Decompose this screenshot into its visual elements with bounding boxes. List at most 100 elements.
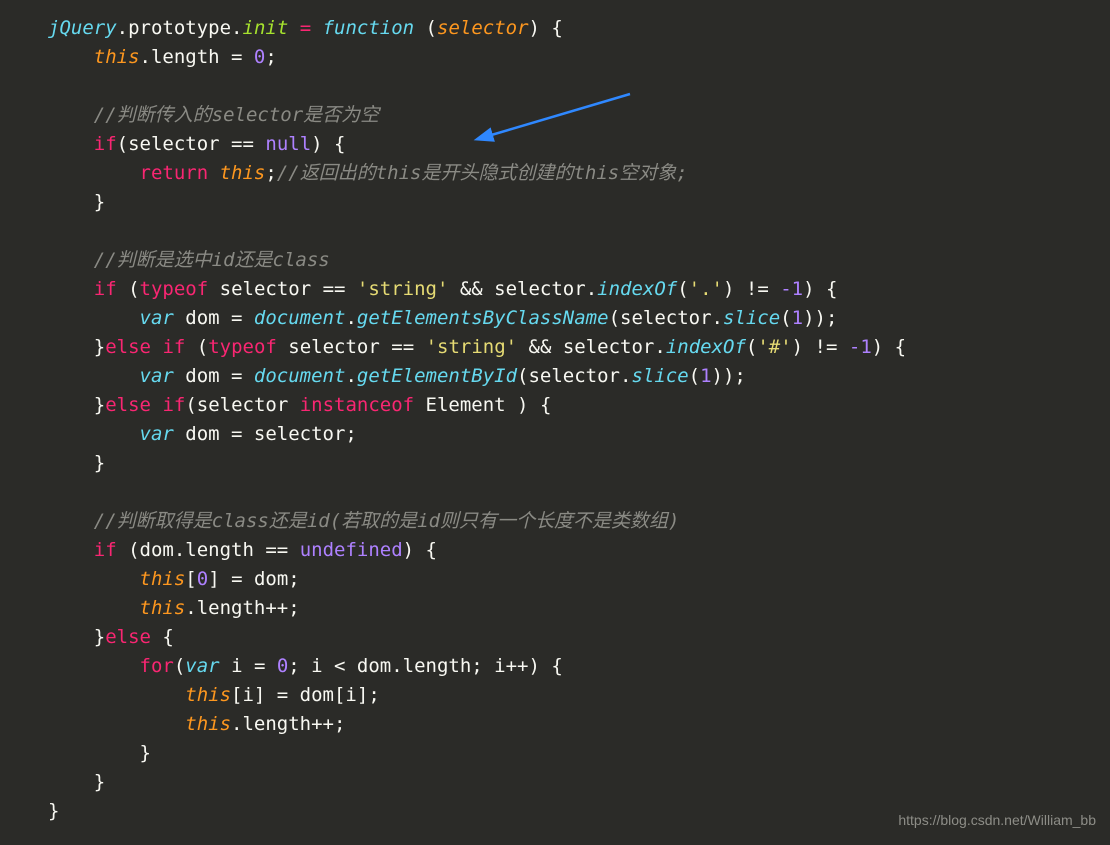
- token: null: [265, 133, 311, 155]
- token: [208, 162, 219, 184]
- token: selector ==: [208, 278, 357, 300]
- token: .length++;: [185, 597, 299, 619]
- token: {: [151, 626, 174, 648]
- token: ) {: [872, 336, 906, 358]
- token: =: [288, 17, 322, 39]
- token: (: [689, 365, 700, 387]
- token: (: [780, 307, 791, 329]
- token: var: [140, 365, 174, 387]
- token: }: [48, 800, 59, 822]
- token: -1: [849, 336, 872, 358]
- token: slice: [723, 307, 780, 329]
- token: typeof: [140, 278, 209, 300]
- token: ) !=: [792, 336, 849, 358]
- token: indexOf: [597, 278, 677, 300]
- token: undefined: [300, 539, 403, 561]
- token: i =: [220, 655, 277, 677]
- token: dom =: [174, 307, 254, 329]
- token: getElementsByClassName: [357, 307, 609, 329]
- token: selector ==: [277, 336, 426, 358]
- token: if: [94, 539, 117, 561]
- token: .: [231, 17, 242, 39]
- token: getElementById: [357, 365, 517, 387]
- token: (selector.: [517, 365, 631, 387]
- token: if: [162, 336, 185, 358]
- token: if: [94, 133, 117, 155]
- token: var: [140, 423, 174, 445]
- token: ; i < dom.length; i++) {: [288, 655, 563, 677]
- comment: //判断取得是class还是id(若取的是id则只有一个长度不是类数组): [94, 510, 680, 532]
- token: typeof: [208, 336, 277, 358]
- token: if: [162, 394, 185, 416]
- token: 1: [792, 307, 803, 329]
- token: prototype: [128, 17, 231, 39]
- token: else: [105, 336, 151, 358]
- token: }: [94, 626, 105, 648]
- comment: //返回出的this是开头隐式创建的this空对象;: [277, 162, 688, 184]
- token: (: [414, 17, 437, 39]
- token: [151, 394, 162, 416]
- token: ));: [803, 307, 837, 329]
- token: (: [746, 336, 757, 358]
- token: && selector.: [448, 278, 597, 300]
- token: .: [345, 307, 356, 329]
- token: }: [140, 742, 151, 764]
- token: instanceof: [300, 394, 414, 416]
- comment: //判断传入的selector是否为空: [94, 104, 379, 126]
- token: ) {: [311, 133, 345, 155]
- token: ) {: [403, 539, 437, 561]
- token: }: [94, 336, 105, 358]
- token: ) {: [803, 278, 837, 300]
- token: -1: [780, 278, 803, 300]
- token: ] = dom;: [208, 568, 300, 590]
- token: for: [140, 655, 174, 677]
- token: (: [185, 336, 208, 358]
- token: 0: [197, 568, 208, 590]
- token: 'string': [357, 278, 449, 300]
- token: else: [105, 394, 151, 416]
- token: slice: [631, 365, 688, 387]
- token: this: [140, 568, 186, 590]
- token: this: [140, 597, 186, 619]
- token: return: [140, 162, 209, 184]
- token: dom =: [174, 365, 254, 387]
- token: (dom.length ==: [117, 539, 300, 561]
- token: [151, 336, 162, 358]
- token: (selector: [185, 394, 299, 416]
- watermark: https://blog.csdn.net/William_bb: [898, 806, 1096, 835]
- token: .: [345, 365, 356, 387]
- token: 0: [254, 46, 265, 68]
- token: function: [323, 17, 415, 39]
- token: this: [220, 162, 266, 184]
- token: 1: [700, 365, 711, 387]
- token: '#': [757, 336, 791, 358]
- token: }: [94, 191, 105, 213]
- token: indexOf: [666, 336, 746, 358]
- token: }: [94, 771, 105, 793]
- token: && selector.: [517, 336, 666, 358]
- token: Element ) {: [414, 394, 551, 416]
- token: document: [254, 307, 346, 329]
- token: jQuery: [48, 17, 117, 39]
- token: .length++;: [231, 713, 345, 735]
- token: .: [117, 17, 128, 39]
- token: '.': [689, 278, 723, 300]
- token: (: [677, 278, 688, 300]
- token: (selector ==: [117, 133, 266, 155]
- token: (: [117, 278, 140, 300]
- code-block: jQuery.prototype.init = function (select…: [0, 0, 1110, 826]
- token: ));: [712, 365, 746, 387]
- token: (selector.: [609, 307, 723, 329]
- token: ;: [265, 46, 276, 68]
- token: [i] = dom[i];: [231, 684, 380, 706]
- token: selector: [437, 17, 529, 39]
- token: [: [185, 568, 196, 590]
- token: ;: [265, 162, 276, 184]
- token: dom = selector;: [174, 423, 357, 445]
- token: var: [185, 655, 219, 677]
- token: this: [185, 684, 231, 706]
- token: .length =: [140, 46, 254, 68]
- token: 0: [277, 655, 288, 677]
- token: document: [254, 365, 346, 387]
- token: else: [105, 626, 151, 648]
